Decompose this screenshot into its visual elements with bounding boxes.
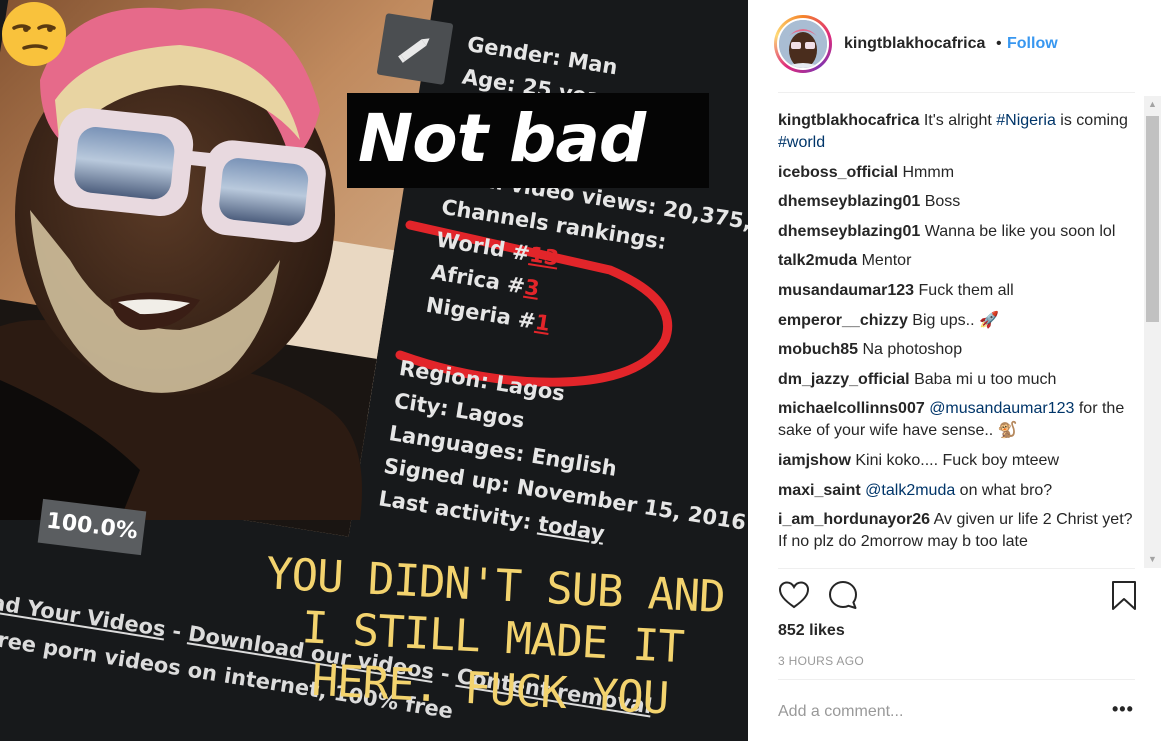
comment-item: emperor__chizzy Big ups.. 🚀 [778, 310, 1142, 332]
like-button[interactable] [778, 579, 810, 616]
comment-text: Big ups.. 🚀 [912, 311, 999, 329]
comment-tag-link[interactable]: @musandaumar123 [929, 400, 1074, 417]
comment-text: is coming [1055, 112, 1128, 129]
comment-text: Hmmm [902, 163, 955, 181]
comment-item: maxi_saint @talk2muda on what bro? [778, 480, 1142, 502]
avatar-ring[interactable] [774, 15, 832, 73]
comment-item: i_am_hordunayor26 Av given ur life 2 Chr… [778, 509, 1142, 553]
zoom-badge: 100.0% [37, 498, 147, 556]
comment-item: dhemseyblazing01 Wanna be like you soon … [778, 221, 1142, 243]
comment-username[interactable]: michaelcollinns007 [778, 400, 925, 417]
save-button[interactable] [1110, 579, 1138, 618]
comments-scrollbar[interactable]: ▲ ▼ [1144, 96, 1161, 568]
comment-username[interactable]: emperor__chizzy [778, 312, 908, 329]
comment-username[interactable]: iceboss_official [778, 164, 898, 181]
comment-item: iamjshow Kini koko.... Fuck boy mteew [778, 450, 1142, 472]
header-username[interactable]: kingtblakhocafrica [844, 35, 985, 53]
sticker-text: Not bad [358, 100, 646, 177]
comment-username[interactable]: dm_jazzy_official [778, 371, 910, 388]
post-image[interactable]: Gender: Man Age: 25 years old Subscriber… [0, 0, 748, 741]
comment-item: iceboss_official Hmmm [778, 162, 1142, 184]
post-header: kingtblakhocafrica • Follow [748, 0, 1165, 92]
comment-item: dhemseyblazing01 Boss [778, 191, 1142, 213]
comment-bubble-icon [829, 581, 857, 609]
comment-item: michaelcollinns007 @musandaumar123 for t… [778, 398, 1142, 442]
comment-tag-link[interactable]: #Nigeria [996, 112, 1056, 129]
scroll-up-arrow-icon[interactable]: ▲ [1144, 96, 1161, 113]
heart-icon [778, 581, 810, 609]
comment-tag-link[interactable]: @talk2muda [865, 482, 955, 499]
bookmark-icon [1112, 581, 1136, 610]
comment-text: Fuck them all [918, 281, 1014, 299]
comment-text: It's alright [923, 112, 997, 129]
comments-list[interactable]: kingtblakhocafrica It's alright #Nigeria… [778, 110, 1142, 568]
post-timestamp[interactable]: 3 HOURS AGO [778, 654, 864, 668]
comment-username[interactable]: kingtblakhocafrica [778, 112, 919, 129]
comment-item: musandaumar123 Fuck them all [778, 280, 1142, 302]
comment-text: Wanna be like you soon lol [924, 222, 1116, 240]
scroll-down-arrow-icon[interactable]: ▼ [1144, 551, 1161, 568]
comment-username[interactable]: i_am_hordunayor26 [778, 511, 930, 528]
comment-username[interactable]: musandaumar123 [778, 282, 914, 299]
scroll-thumb[interactable] [1146, 116, 1159, 322]
comment-username[interactable]: talk2muda [778, 252, 857, 269]
comment-username[interactable]: dhemseyblazing01 [778, 193, 920, 210]
comment-item: talk2muda Mentor [778, 250, 1142, 272]
add-comment-divider [778, 679, 1135, 680]
comment-button[interactable] [827, 579, 859, 616]
comment-item: dm_jazzy_official Baba mi u too much [778, 369, 1142, 391]
comment-username[interactable]: iamjshow [778, 452, 851, 469]
likes-count[interactable]: 852 likes [778, 622, 845, 640]
comment-text: Baba mi u too much [914, 370, 1057, 388]
stats-block-bottom: Region: Lagos City: Lagos Languages: Eng… [376, 352, 748, 585]
unamused-face-emoji [2, 2, 66, 66]
comment-username[interactable]: maxi_saint [778, 482, 861, 499]
avatar-image [779, 20, 827, 68]
comment-text: Mentor [861, 252, 912, 270]
comment-tag-link[interactable]: #world [778, 134, 825, 151]
comment-username[interactable]: mobuch85 [778, 341, 858, 358]
header-divider [778, 92, 1135, 93]
comment-text: Kini koko.... Fuck boy mteew [855, 451, 1059, 469]
comment-item: kingtblakhocafrica It's alright #Nigeria… [778, 110, 1142, 154]
actions-divider [778, 568, 1135, 569]
post-sidebar: kingtblakhocafrica • Follow kingtblakhoc… [748, 0, 1165, 741]
more-options-button[interactable]: ••• [1112, 699, 1134, 720]
follow-button[interactable]: Follow [1007, 35, 1058, 53]
stats-block-top: Gender: Man Age: 25 years old Subscriber… [424, 28, 748, 376]
comment-username[interactable]: dhemseyblazing01 [778, 223, 920, 240]
avatar[interactable] [777, 18, 829, 70]
comment-text: Boss [924, 193, 961, 211]
comment-item: mobuch85 Na photoshop [778, 339, 1142, 361]
comment-text: on what bro? [955, 481, 1053, 499]
caption-overlay: YOU DIDN'T SUB AND I STILL MADE IT HERE.… [264, 548, 726, 725]
add-comment-input[interactable] [778, 700, 1098, 724]
comment-text: Na photoshop [862, 341, 963, 359]
header-separator: • [996, 35, 1002, 52]
